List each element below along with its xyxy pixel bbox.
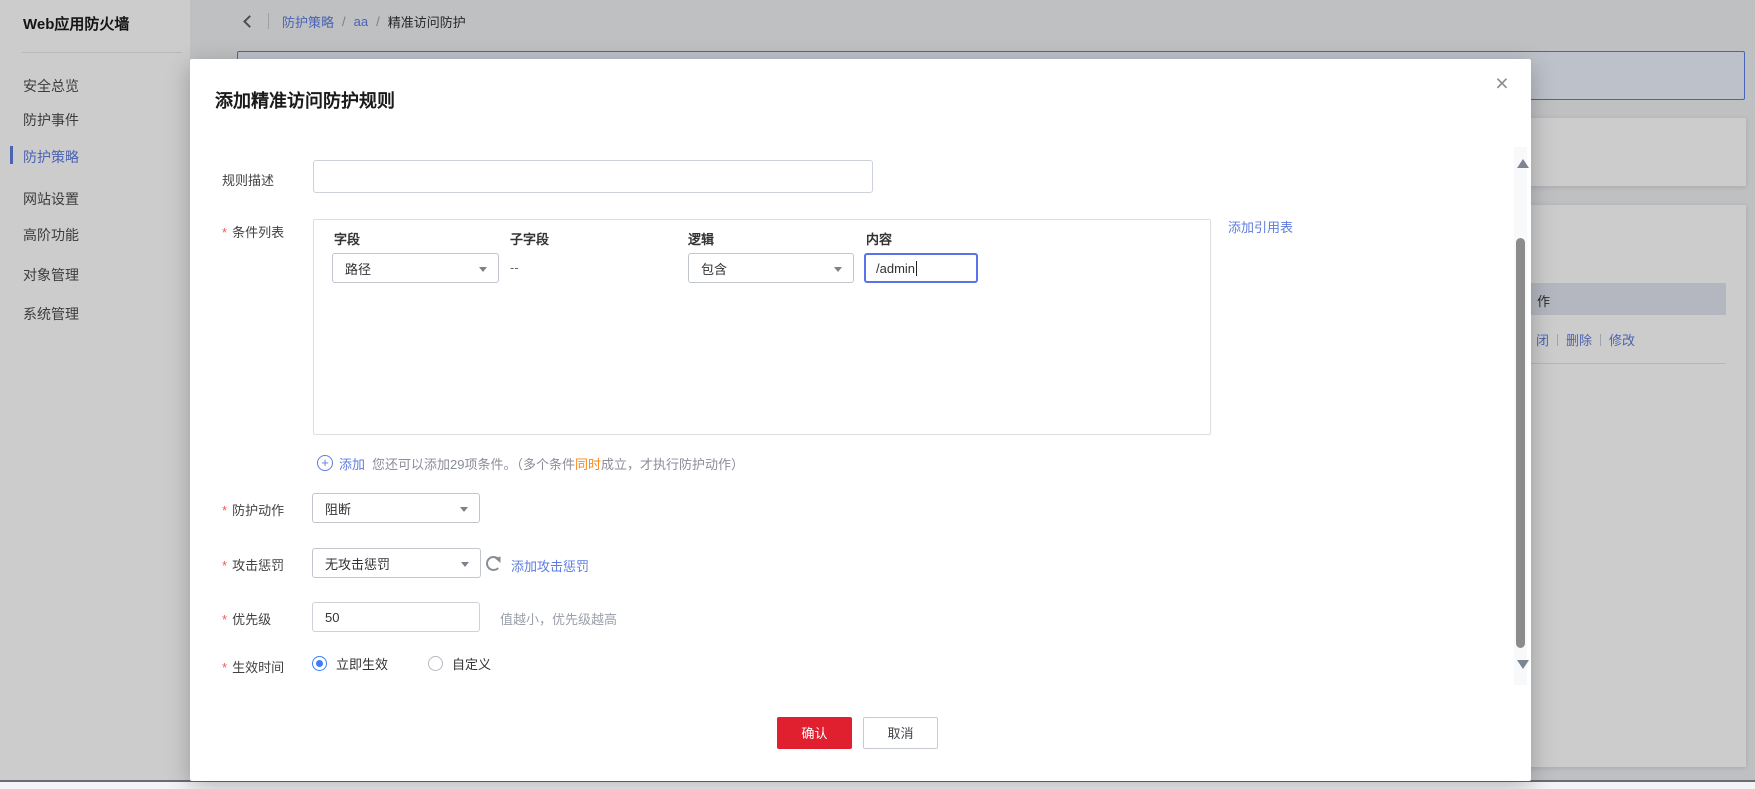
required-star: * (222, 660, 228, 675)
scrollbar-thumb[interactable] (1516, 238, 1525, 648)
window-bottom-edge (0, 780, 1755, 789)
attack-penalty-label: * 攻击惩罚 (222, 555, 284, 574)
column-header-logic: 逻辑 (688, 232, 715, 247)
rule-description-label: 规则描述 (222, 170, 274, 189)
chevron-down-icon (834, 267, 842, 272)
add-condition-row: + 添加 您还可以添加29项条件。（多个条件同时成立，才执行防护动作） (317, 454, 744, 472)
radio-custom-label[interactable]: 自定义 (452, 654, 491, 673)
condition-content-value: /admin (876, 260, 916, 276)
hint-text: 您还可以添加29项条件。（多个条件 (372, 456, 575, 472)
hint-highlight: 同时 (574, 456, 601, 472)
dialog-title: 添加精准访问防护规则 (215, 91, 395, 111)
attack-penalty-value: 无攻击惩罚 (325, 556, 391, 572)
radio-immediate[interactable] (312, 656, 327, 671)
add-circle-icon[interactable]: + (317, 455, 333, 471)
priority-input[interactable] (312, 602, 480, 632)
required-star: * (222, 503, 228, 518)
subfield-value: -- (510, 260, 519, 275)
condition-table: 字段 子字段 逻辑 内容 路径 -- 包含 /admin (313, 219, 1211, 435)
column-header-subfield: 子字段 (510, 232, 550, 247)
add-condition-link[interactable]: 添加 (339, 454, 365, 473)
refresh-icon[interactable] (486, 556, 501, 571)
effective-time-label: * 生效时间 (222, 657, 284, 676)
text-cursor (916, 260, 918, 276)
scroll-down-icon[interactable] (1517, 660, 1529, 669)
protection-action-label: * 防护动作 (222, 500, 284, 519)
field-select-value: 路径 (345, 261, 372, 277)
close-icon[interactable]: × (1486, 67, 1518, 99)
column-header-content: 内容 (866, 232, 893, 247)
add-condition-hint: 您还可以添加29项条件。（多个条件同时成立，才执行防护动作） (372, 454, 744, 473)
effective-time-radio-group: 立即生效 自定义 (312, 654, 491, 673)
label-text: 规则描述 (222, 173, 275, 188)
label-text: 优先级 (232, 612, 272, 627)
radio-custom[interactable] (428, 656, 444, 671)
protection-action-select[interactable]: 阻断 (312, 493, 480, 523)
required-star: * (222, 558, 228, 573)
chevron-down-icon (460, 507, 468, 512)
priority-label: * 优先级 (222, 609, 271, 628)
chevron-down-icon (461, 562, 469, 567)
condition-content-input[interactable]: /admin (864, 253, 978, 283)
cancel-button[interactable]: 取消 (863, 717, 938, 749)
radio-immediate-label[interactable]: 立即生效 (336, 654, 388, 673)
chevron-down-icon (479, 267, 487, 272)
required-star: * (222, 225, 228, 240)
add-rule-dialog: 添加精准访问防护规则 × 规则描述 * 条件列表 字段 子字段 逻辑 内容 路径 … (190, 59, 1531, 781)
hint-text: 成立，才执行防护动作） (601, 456, 745, 472)
condition-list-label: * 条件列表 (222, 222, 284, 241)
required-star: * (222, 612, 228, 627)
rule-description-input[interactable] (313, 160, 873, 193)
add-reference-table-link[interactable]: 添加引用表 (1228, 217, 1293, 236)
label-text: 条件列表 (232, 225, 285, 240)
column-header-field: 字段 (334, 232, 361, 247)
label-text: 攻击惩罚 (232, 558, 285, 573)
confirm-button[interactable]: 确认 (777, 717, 852, 749)
field-select[interactable]: 路径 (332, 253, 499, 283)
priority-hint: 值越小，优先级越高 (500, 612, 618, 627)
label-text: 防护动作 (232, 503, 285, 518)
scroll-up-icon[interactable] (1517, 159, 1529, 168)
attack-penalty-select[interactable]: 无攻击惩罚 (312, 548, 481, 578)
logic-select-value: 包含 (701, 261, 728, 277)
waf-console-page: Web应用防火墙 安全总览 防护事件 防护策略 网站设置 高阶功能 对象管理 系… (0, 0, 1755, 789)
protection-action-value: 阻断 (325, 501, 352, 517)
logic-select[interactable]: 包含 (688, 253, 854, 283)
label-text: 生效时间 (232, 660, 285, 675)
add-attack-penalty-link[interactable]: 添加攻击惩罚 (511, 556, 589, 575)
